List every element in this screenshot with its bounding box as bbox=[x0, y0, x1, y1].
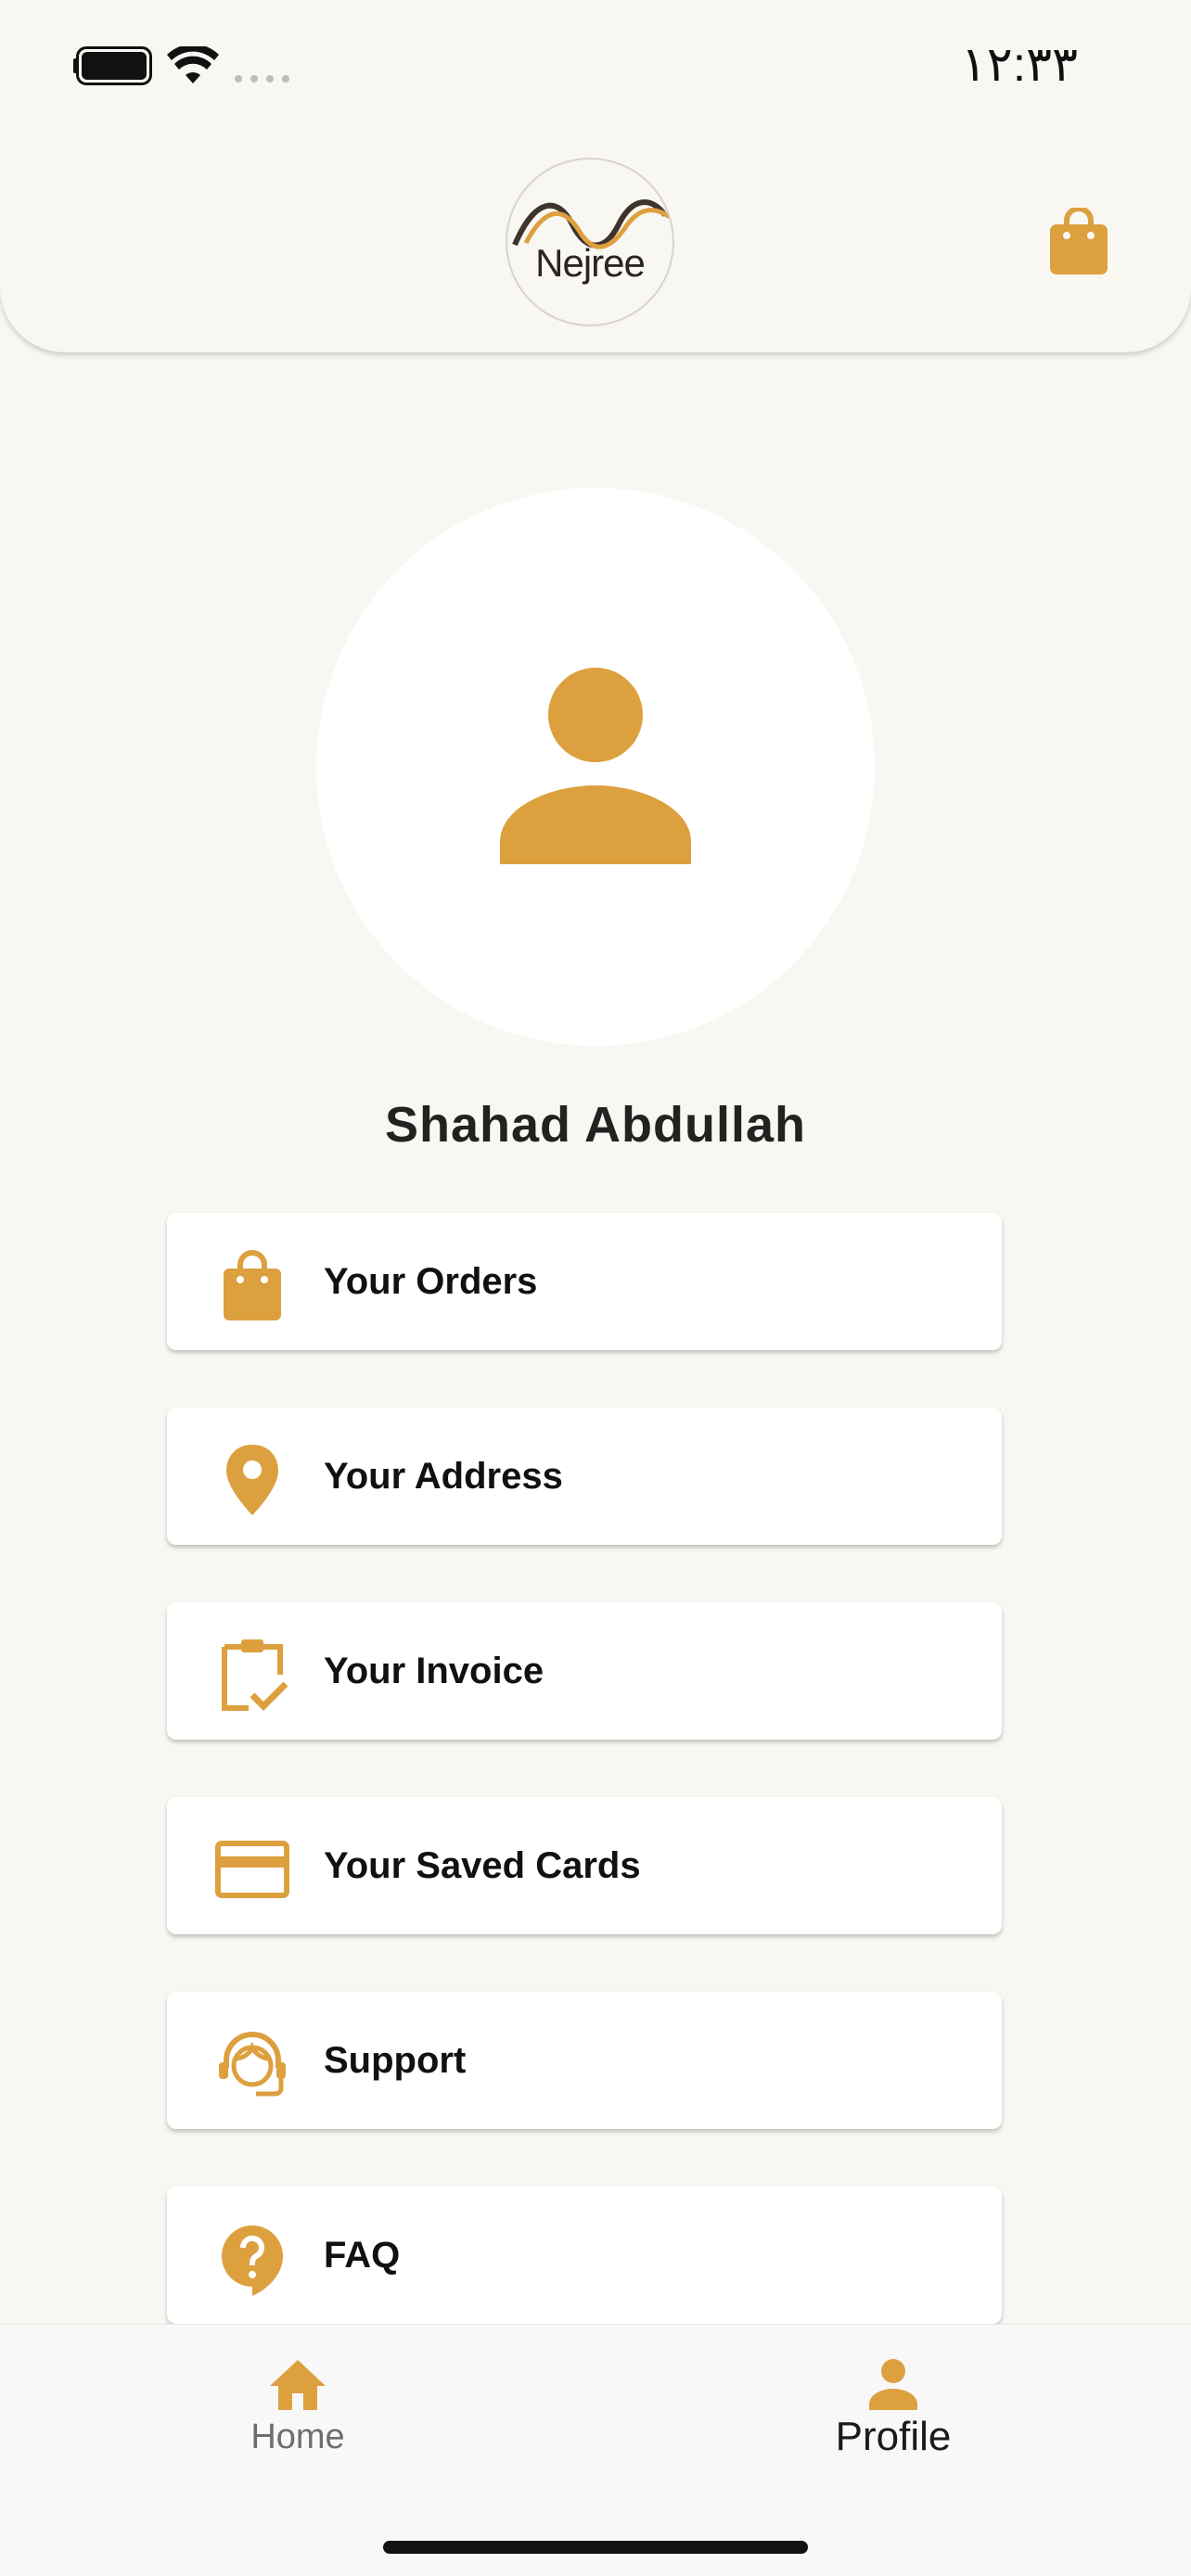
menu-item-label: Your Orders bbox=[324, 1261, 538, 1302]
menu-item-faq[interactable]: FAQ bbox=[167, 2187, 1002, 2324]
shopping-bag-icon bbox=[224, 1250, 281, 1320]
nav-item-home[interactable]: Home bbox=[0, 2325, 596, 2510]
menu-item-label: Your Invoice bbox=[324, 1651, 544, 1691]
support-agent-icon bbox=[219, 2032, 286, 2097]
wifi-icon bbox=[167, 46, 219, 83]
location-pin-icon bbox=[226, 1445, 278, 1515]
question-bubble-icon bbox=[222, 2225, 283, 2296]
app-header: ١٢:٣٣ Nejree bbox=[0, 0, 1191, 352]
menu-item-saved-cards[interactable]: Your Saved Cards bbox=[167, 1797, 1002, 1934]
menu-item-label: Your Address bbox=[324, 1456, 563, 1497]
shopping-bag-icon[interactable] bbox=[1050, 208, 1108, 274]
cellular-signal-icon bbox=[235, 75, 289, 83]
battery-full-icon bbox=[76, 46, 152, 85]
clipboard-check-icon bbox=[222, 1639, 288, 1711]
menu-item-label: Your Saved Cards bbox=[324, 1845, 641, 1886]
nav-item-profile[interactable]: Profile bbox=[596, 2325, 1191, 2510]
person-icon bbox=[500, 668, 691, 864]
menu-item-orders[interactable]: Your Orders bbox=[167, 1213, 1002, 1350]
bottom-nav: Home Profile bbox=[0, 2324, 1191, 2576]
logo-text: Nejree bbox=[535, 241, 646, 285]
nav-label-home: Home bbox=[250, 2417, 345, 2456]
status-time: ١٢:٣٣ bbox=[960, 38, 1078, 92]
menu-item-label: FAQ bbox=[324, 2235, 401, 2276]
nav-label-profile: Profile bbox=[835, 2414, 952, 2459]
profile-menu: Your Orders Your Address Your Invoice Yo… bbox=[167, 1213, 1002, 2381]
home-indicator[interactable] bbox=[383, 2541, 808, 2554]
person-icon bbox=[869, 2359, 917, 2410]
status-bar: ١٢:٣٣ bbox=[0, 0, 1191, 139]
home-icon bbox=[270, 2360, 326, 2410]
avatar[interactable] bbox=[316, 488, 875, 1046]
profile-screen: ١٢:٣٣ Nejree Shahad Abdullah Your Orders… bbox=[0, 0, 1191, 2576]
menu-item-support[interactable]: Support bbox=[167, 1992, 1002, 2129]
menu-item-label: Support bbox=[324, 2040, 467, 2081]
battery-nub bbox=[73, 58, 77, 73]
brand-logo[interactable]: Nejree bbox=[506, 158, 674, 326]
credit-card-icon bbox=[215, 1841, 289, 1898]
user-name: Shahad Abdullah bbox=[384, 1097, 806, 1153]
menu-item-invoice[interactable]: Your Invoice bbox=[167, 1602, 1002, 1740]
menu-item-address[interactable]: Your Address bbox=[167, 1408, 1002, 1545]
